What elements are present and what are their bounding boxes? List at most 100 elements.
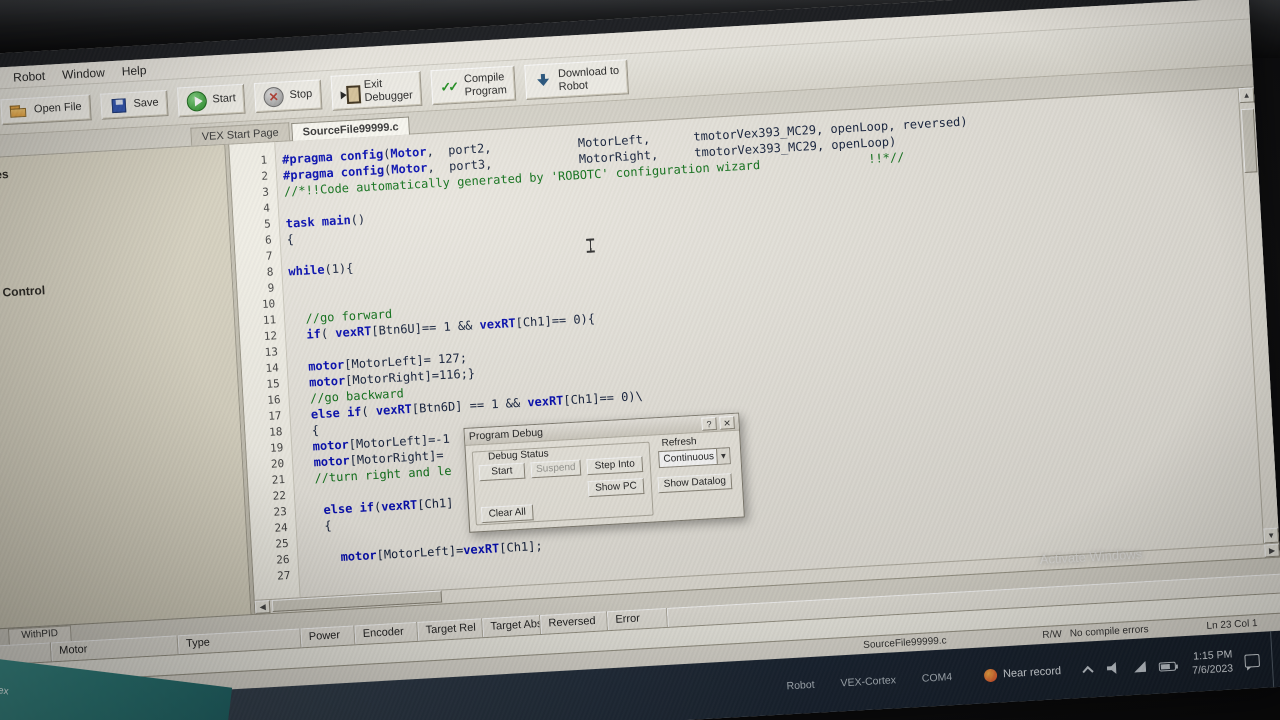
code-token: vexRT bbox=[375, 401, 413, 418]
back-icon[interactable]: ◂ bbox=[1142, 0, 1148, 2]
show-desktop-button[interactable] bbox=[1270, 630, 1280, 688]
clear-all-button[interactable]: Clear All bbox=[480, 504, 534, 524]
toolbar-button-save[interactable]: Save bbox=[99, 89, 169, 120]
code-token: motor bbox=[307, 357, 345, 374]
weather-widget[interactable]: Near record bbox=[983, 665, 1062, 682]
scroll-up-button[interactable]: ▲ bbox=[1238, 87, 1255, 104]
refresh-mode-select[interactable]: Continuous ▼ bbox=[658, 447, 731, 469]
status-compile-result: No compile errors bbox=[1069, 624, 1149, 640]
code-editor[interactable]: #pragma config(Motor, port2, MotorLeft, … bbox=[275, 88, 1263, 597]
code-token: { bbox=[296, 423, 320, 439]
speaker-icon[interactable] bbox=[1107, 661, 1122, 675]
menu-item-window[interactable]: Window bbox=[62, 65, 105, 81]
toolbar-button-exit-debugger[interactable]: Exit Debugger bbox=[330, 70, 423, 111]
vertical-scroll-thumb[interactable] bbox=[1240, 108, 1258, 174]
desktop-fragment-label: ex bbox=[0, 685, 10, 698]
column-header-reversed: Reversed bbox=[540, 611, 608, 634]
chevron-down-icon[interactable]: ▼ bbox=[716, 448, 730, 464]
code-token: while bbox=[288, 262, 325, 279]
dialog-body: Debug Status Start Suspend Step Into Sho… bbox=[465, 431, 743, 532]
taskbar-item-robot[interactable]: Robot bbox=[786, 679, 815, 693]
code-token: else bbox=[323, 501, 353, 517]
scroll-left-button[interactable]: ◀ bbox=[254, 600, 271, 614]
network-icon[interactable] bbox=[1133, 660, 1148, 674]
taskbar-item-vex-cortex[interactable]: VEX-Cortex bbox=[840, 674, 896, 689]
line-number: 27 bbox=[276, 568, 291, 583]
clock-date: 7/6/2023 bbox=[1191, 662, 1234, 677]
column-header-target-abs: Target Abs bbox=[482, 615, 542, 638]
toolbar-button-label: Exit Debugger bbox=[363, 77, 414, 104]
toolbar-button-label: Save bbox=[133, 96, 159, 111]
menu-item-robot[interactable]: Robot bbox=[13, 68, 46, 84]
code-token: (1){ bbox=[324, 260, 354, 277]
code-token: if bbox=[346, 404, 362, 420]
code-token: else bbox=[310, 405, 341, 422]
folder-icon bbox=[10, 102, 29, 119]
code-token: vexRT bbox=[380, 497, 418, 514]
show-datalog-button[interactable]: Show Datalog bbox=[657, 473, 733, 494]
help-icon[interactable]: ? bbox=[701, 416, 717, 431]
editor-pane: 1 2 3 4 5 6 7 8 9 10 11 12 13 14 15 16 17 18 19 20 21 22 23 24 2… bbox=[229, 87, 1280, 614]
code-token: Motor bbox=[390, 144, 427, 161]
code-token: motor bbox=[340, 548, 378, 565]
code-token: motor bbox=[312, 437, 350, 454]
menu-item-help[interactable]: Help bbox=[121, 63, 146, 78]
code-token: { bbox=[302, 518, 332, 535]
toolbar-button-label: Stop bbox=[289, 88, 313, 102]
code-token: { bbox=[286, 232, 295, 247]
code-token: vexRT bbox=[479, 315, 517, 332]
code-token: if bbox=[359, 500, 375, 515]
program-debug-dialog: Program Debug ? ✕ Debug Status Start Sus… bbox=[463, 412, 745, 533]
toolbar-button-compile-program[interactable]: Compile Program bbox=[430, 65, 517, 106]
battery-icon[interactable] bbox=[1158, 661, 1177, 672]
code-token: motor bbox=[313, 453, 351, 470]
scroll-right-button[interactable]: ▶ bbox=[1264, 543, 1280, 558]
taskbar-item-com4[interactable]: COM4 bbox=[922, 671, 953, 685]
step-into-button[interactable]: Step Into bbox=[586, 456, 644, 476]
show-pc-button[interactable]: Show PC bbox=[587, 478, 645, 498]
status-filename: SourceFile99999.c bbox=[862, 635, 947, 652]
code-token: vexRT bbox=[462, 541, 500, 558]
code-token: [Ch1]== 0){ bbox=[515, 311, 596, 330]
toolbar-button-label: Compile Program bbox=[463, 71, 508, 98]
toolbar-button-download-to-robot[interactable]: Download to Robot bbox=[524, 59, 630, 101]
code-token: ( bbox=[361, 403, 377, 419]
sidebar-item-remote-control[interactable]: Remote Control bbox=[0, 271, 232, 308]
download-icon bbox=[534, 73, 553, 90]
toolbar-button-stop[interactable]: Stop bbox=[253, 78, 323, 113]
toolbar-button-start[interactable]: Start bbox=[176, 83, 246, 117]
start-button[interactable]: Start bbox=[478, 462, 526, 482]
code-token: vexRT bbox=[334, 324, 372, 340]
play-icon bbox=[186, 90, 208, 112]
toolbar-button-label: Start bbox=[212, 92, 237, 106]
refresh-label: Refresh bbox=[661, 436, 697, 449]
status-cursor-position: Ln 23 Col 1 bbox=[1206, 617, 1258, 632]
status-readwrite: R/W bbox=[1042, 628, 1063, 642]
weather-icon bbox=[983, 668, 998, 682]
code-token: [Ch1]; bbox=[498, 538, 543, 556]
stop-icon bbox=[263, 86, 285, 108]
taskbar-clock[interactable]: 1:15 PM 7/6/2023 bbox=[1191, 647, 1233, 678]
function-library-panel: Structures Remote Control bbox=[0, 144, 252, 634]
toolbar-button-open-file[interactable]: Open File bbox=[0, 93, 92, 125]
chevron-up-icon[interactable] bbox=[1081, 663, 1096, 677]
sidebar-item-structures[interactable]: Structures bbox=[0, 153, 226, 190]
floppy-icon bbox=[109, 97, 128, 114]
code-token: [Ch1]== 0)\ bbox=[563, 388, 644, 408]
suspend-button[interactable]: Suspend bbox=[530, 459, 582, 479]
text-cursor-icon bbox=[586, 238, 595, 253]
close-icon[interactable]: ✕ bbox=[719, 415, 735, 430]
code-token: Motor bbox=[390, 160, 428, 177]
code-token: task main bbox=[285, 212, 352, 231]
code-token: motor bbox=[308, 373, 346, 390]
notification-icon[interactable] bbox=[1244, 653, 1261, 668]
scroll-down-button[interactable]: ▼ bbox=[1263, 527, 1280, 544]
column-header-power: Power bbox=[300, 625, 356, 648]
